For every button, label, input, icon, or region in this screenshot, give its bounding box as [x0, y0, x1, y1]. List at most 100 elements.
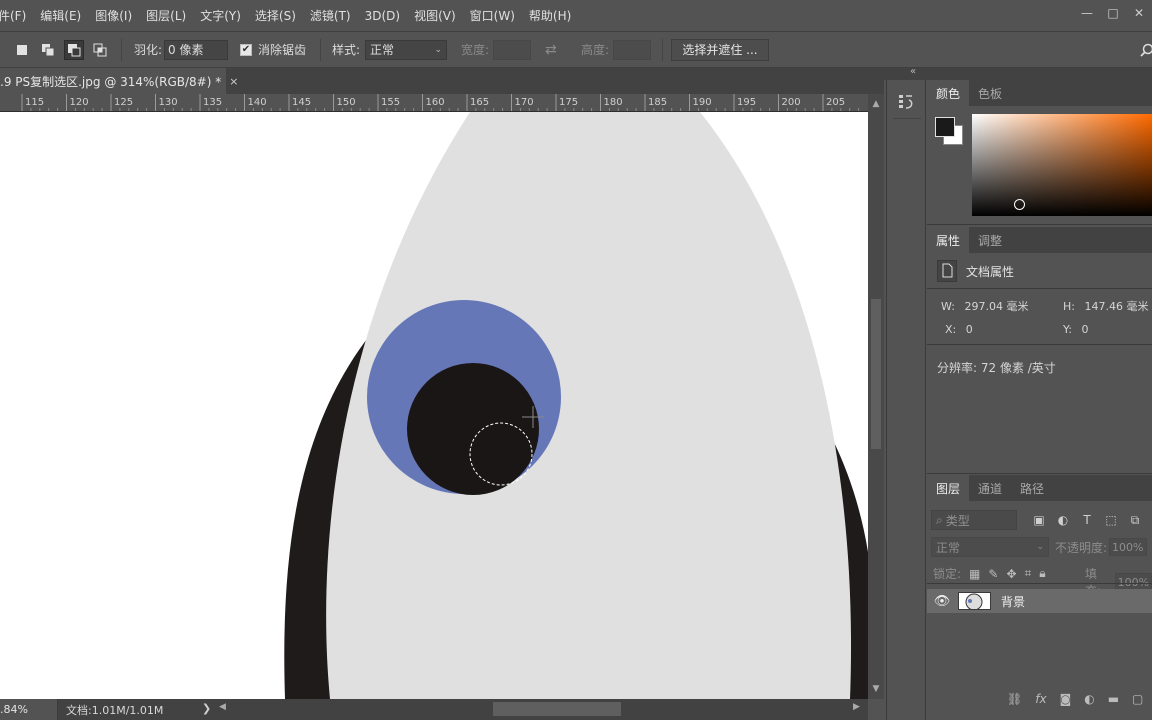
scroll-left-icon[interactable]: ◀ [219, 702, 226, 712]
close-tab-icon[interactable]: × [229, 75, 238, 88]
layer-filter-select[interactable]: ⌕ 类型 [931, 510, 1017, 530]
lock-artboard-icon[interactable]: ⌗ [1025, 566, 1032, 581]
new-adjustment-icon[interactable]: ◐ [1084, 692, 1094, 706]
horizontal-scrollbar[interactable]: ◀ ▶ [215, 702, 863, 717]
menu-image[interactable]: 图像(I) [88, 7, 139, 24]
properties-panel-tabs: 属性 调整 [927, 227, 1152, 253]
smart-object-filter-icon[interactable]: ⧉ [1127, 510, 1143, 530]
width-input[interactable] [493, 39, 532, 60]
intersect-selection-button[interactable] [90, 40, 110, 60]
collapse-panels-icon[interactable]: « [910, 66, 916, 77]
zoom-level[interactable]: .84% [0, 699, 58, 720]
scroll-up-icon[interactable]: ▲ [868, 97, 884, 111]
add-selection-button[interactable] [38, 40, 58, 60]
divider [927, 288, 1152, 289]
chevron-down-icon: ⌄ [434, 44, 443, 55]
menu-layer[interactable]: 图层(L) [139, 7, 193, 24]
new-group-icon[interactable]: ▬ [1108, 692, 1119, 706]
ruler-label: 200 [782, 97, 801, 108]
type-filter-icon[interactable]: T [1079, 510, 1095, 530]
y-prop: Y: 0 [1063, 323, 1088, 336]
style-select[interactable]: 正常 ⌄ [365, 39, 448, 60]
tab-layers[interactable]: 图层 [927, 475, 970, 501]
lock-all-icon[interactable]: 🔒︎ [1039, 566, 1045, 581]
new-layer-icon[interactable]: ▢ [1132, 692, 1143, 706]
menu-select[interactable]: 选择(S) [248, 7, 303, 24]
x-label: X: [945, 323, 957, 336]
eye-icon[interactable]: 👁︎ [927, 594, 957, 609]
menu-3d[interactable]: 3D(D) [358, 9, 407, 23]
close-window-button[interactable]: ✕ [1126, 0, 1152, 25]
lock-brush-icon[interactable]: ✎ [988, 567, 998, 581]
tab-swatches[interactable]: 色板 [969, 80, 1011, 106]
maximize-button[interactable]: □ [1100, 0, 1126, 25]
ruler-label: 125 [114, 97, 133, 108]
tab-channels[interactable]: 通道 [969, 475, 1011, 501]
subtract-selection-button[interactable] [64, 39, 84, 60]
antialias-checkbox[interactable]: ✔ [240, 43, 252, 56]
menu-filter[interactable]: 滤镜(T) [303, 7, 358, 24]
menu-file[interactable]: 件(F) [0, 7, 33, 24]
lock-position-icon[interactable]: ✥ [1006, 567, 1016, 581]
document-tab[interactable]: .9 PS复制选区.jpg @ 314%(RGB/8#) * × [0, 68, 238, 94]
color-picker-cursor[interactable] [1014, 199, 1025, 210]
layer-filter-label: 类型 [945, 513, 970, 528]
h-label: H: [1063, 300, 1075, 313]
divider [893, 118, 921, 119]
tab-properties[interactable]: 属性 [927, 227, 970, 253]
ruler-label: 180 [604, 97, 623, 108]
scroll-right-icon[interactable]: ▶ [853, 702, 860, 712]
feather-input[interactable]: 0 像素 [164, 39, 229, 60]
color-picker-field[interactable] [972, 114, 1152, 216]
menu-window[interactable]: 窗口(W) [463, 7, 522, 24]
history-icon[interactable] [897, 92, 917, 112]
feather-label: 羽化: [134, 43, 163, 57]
blend-mode-select[interactable]: 正常 ⌄ [931, 537, 1049, 557]
menu-type[interactable]: 文字(Y) [193, 7, 248, 24]
shape-filter-icon[interactable]: ⬚ [1103, 510, 1119, 530]
minimize-button[interactable]: — [1074, 0, 1100, 25]
ruler-label: 170 [515, 97, 534, 108]
link-layers-icon[interactable]: ⛓︎ [1007, 692, 1022, 706]
w-value[interactable]: 297.04 毫米 [964, 300, 1028, 313]
y-value[interactable]: 0 [1081, 323, 1088, 336]
y-label: Y: [1063, 323, 1072, 336]
tab-color[interactable]: 颜色 [927, 80, 970, 106]
divider [320, 39, 321, 61]
swap-icon[interactable]: ⇄ [545, 42, 557, 58]
intersect-selection-icon [93, 43, 107, 56]
height-input[interactable] [613, 39, 652, 60]
ruler-label: 185 [648, 97, 667, 108]
menu-help[interactable]: 帮助(H) [522, 7, 578, 24]
tab-adjustments[interactable]: 调整 [969, 227, 1011, 253]
x-value[interactable]: 0 [966, 323, 973, 336]
lock-transparent-icon[interactable]: ▦ [969, 567, 980, 581]
new-selection-button[interactable] [12, 40, 32, 60]
horizontal-scroll-thumb[interactable] [493, 702, 621, 716]
vertical-scroll-thumb[interactable] [871, 299, 881, 449]
panel-icon-strip [886, 80, 926, 720]
add-mask-icon[interactable]: ◙ [1060, 692, 1072, 706]
layer-row[interactable]: 👁︎ 背景 [927, 589, 1152, 613]
menu-view[interactable]: 视图(V) [407, 7, 463, 24]
layer-name[interactable]: 背景 [1001, 593, 1025, 610]
search-icon[interactable] [1140, 43, 1152, 57]
adjustment-filter-icon[interactable]: ◐ [1055, 510, 1071, 530]
opacity-input[interactable]: 100% [1109, 538, 1148, 556]
status-menu-arrow-icon[interactable]: ❯ [202, 702, 211, 715]
select-and-mask-button[interactable]: 选择并遮住 ... [671, 38, 769, 61]
ruler-label: 145 [292, 97, 311, 108]
menu-edit[interactable]: 编辑(E) [33, 7, 88, 24]
h-value[interactable]: 147.46 毫米 [1084, 300, 1148, 313]
tab-paths[interactable]: 路径 [1011, 475, 1053, 501]
scroll-down-icon[interactable]: ▼ [868, 682, 884, 696]
ruler-label: 140 [248, 97, 267, 108]
pixel-filter-icon[interactable]: ▣ [1031, 510, 1047, 530]
divider [927, 224, 1152, 225]
style-value: 正常 [370, 43, 395, 57]
fx-icon[interactable]: fx [1035, 692, 1046, 706]
selection-mode-group [12, 32, 110, 67]
foreground-color-swatch[interactable] [935, 117, 955, 137]
vertical-scrollbar[interactable]: ▲ ▼ [868, 94, 884, 699]
canvas[interactable] [0, 112, 868, 699]
